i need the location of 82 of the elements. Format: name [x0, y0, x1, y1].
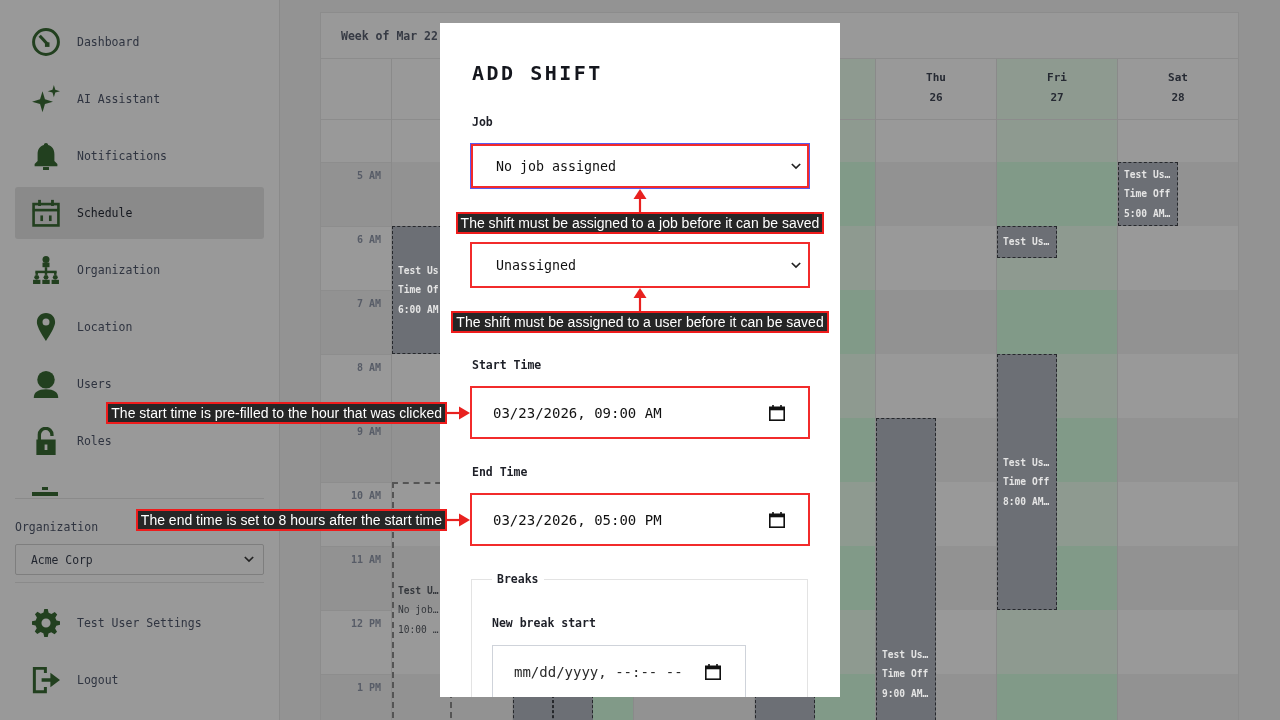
arrow-icon	[447, 406, 470, 420]
time-label: 1 PM	[356, 681, 381, 695]
event-block[interactable]: Test Us…	[997, 226, 1057, 258]
event-block[interactable]: Test Us… Time Off 9:00 AM…	[876, 418, 936, 720]
event-text: 10:00 …	[398, 622, 439, 637]
organization-label: Organization	[15, 519, 99, 535]
select-field[interactable]: Unassigned	[470, 242, 810, 288]
field-label: Start Time	[472, 357, 542, 374]
callout-label: The shift must be assigned to a job before it can be saved	[455, 212, 825, 234]
day-name: Thu	[926, 70, 946, 86]
datetime-field[interactable]: mm/dd/yyyy, --:-- --	[492, 645, 746, 697]
logout-icon	[32, 666, 60, 694]
time-label: 9 AM	[356, 425, 381, 439]
organization-select[interactable]: Acme Corp	[15, 544, 264, 575]
arrow-icon	[633, 189, 647, 212]
chevron-down-icon	[244, 556, 254, 563]
callout-label: The end time is set to 8 hours after the start time	[135, 509, 447, 531]
event-text: No job…	[398, 603, 439, 618]
sparkle-icon	[32, 85, 60, 113]
breaks-legend: Breaks	[492, 570, 544, 588]
nav-item[interactable]: Schedule	[15, 187, 264, 239]
calendar-icon	[32, 199, 60, 227]
datetime-field[interactable]: 03/23/2026, 09:00 AM	[470, 386, 810, 439]
chevron-down-icon	[791, 261, 801, 269]
event-block[interactable]: Test Us… Time Off 8:00 AM…	[997, 354, 1057, 610]
callout-label: The shift must be assigned to a user before it can be saved	[451, 311, 829, 333]
time-label: 10 AM	[350, 489, 381, 503]
event-text: 6:00 AM	[398, 302, 439, 317]
time-label: 11 AM	[350, 553, 381, 567]
nav-item[interactable]: AI Assistant	[15, 82, 264, 116]
bell-icon	[32, 142, 60, 170]
time-label: 5 AM	[356, 169, 381, 183]
calendar-icon	[705, 664, 721, 680]
day-date: 28	[1171, 90, 1185, 106]
cut-off-icon	[32, 487, 58, 496]
field-label: Job	[472, 114, 493, 131]
nav-item[interactable]: Users	[15, 367, 264, 401]
day-name: Sat	[1168, 70, 1188, 86]
nav-item[interactable]: Dashboard	[15, 25, 264, 59]
event-text: Test Us…	[882, 647, 929, 662]
event-text: Time Off	[1003, 475, 1050, 490]
event-text: Time Of	[398, 283, 439, 298]
time-label: 6 AM	[356, 233, 381, 247]
field-label: End Time	[472, 464, 528, 481]
field-label: New break start	[492, 615, 596, 632]
arrow-icon	[447, 513, 470, 527]
time-label: 12 PM	[350, 617, 381, 631]
nav-item[interactable]: Notifications	[15, 139, 264, 173]
dialog-title: ADD SHIFT	[472, 61, 603, 85]
day-name: Fri	[1047, 70, 1067, 86]
arrow-icon	[633, 288, 647, 311]
day-date: 26	[929, 90, 943, 106]
event-text: Test Us…	[1124, 167, 1171, 182]
gear-icon	[32, 609, 60, 637]
event-text: Test U…	[398, 583, 439, 598]
nav-item[interactable]: Logout	[15, 663, 264, 697]
event-text: Time Off	[882, 667, 929, 682]
callout-label: The start time is pre-filled to the hour that was clicked	[106, 402, 447, 424]
nav-item[interactable]: Test User Settings	[15, 606, 264, 640]
week-title: Week of Mar 22	[341, 28, 438, 43]
nav-item[interactable]: Organization	[15, 253, 264, 287]
dashboard-icon	[32, 28, 60, 56]
event-block[interactable]: Test Us… Time Off 5:00 AM…	[1118, 162, 1178, 226]
org-chart-icon	[32, 256, 60, 284]
select-field[interactable]: No job assigned	[470, 143, 810, 189]
time-label: 8 AM	[356, 361, 381, 375]
person-icon	[32, 370, 60, 398]
nav-item[interactable]: Location	[15, 310, 264, 344]
chevron-down-icon	[791, 162, 801, 170]
event-text: 5:00 AM…	[1124, 206, 1171, 221]
time-label: 7 AM	[356, 297, 381, 311]
event-text: Time Off	[1124, 187, 1171, 202]
event-text: 9:00 AM…	[882, 686, 929, 701]
day-date: 27	[1050, 90, 1064, 106]
event-text: Test Us…	[1003, 235, 1050, 250]
datetime-field[interactable]: 03/23/2026, 05:00 PM	[470, 493, 810, 546]
event-text: 8:00 AM…	[1003, 494, 1050, 509]
event-text: Test Us	[398, 263, 439, 278]
event-text: Test Us…	[1003, 455, 1050, 470]
calendar-icon	[769, 404, 785, 421]
nav-item[interactable]: Roles	[15, 424, 264, 458]
calendar-icon	[769, 511, 785, 528]
